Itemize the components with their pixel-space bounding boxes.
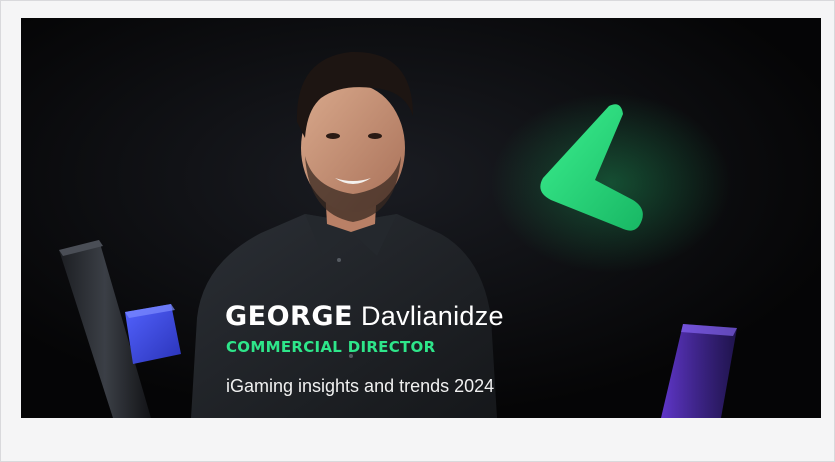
hero-image[interactable]: GEORGE Davlianidze COMMERCIAL DIRECTOR iG… (21, 18, 821, 418)
person-name: GEORGE Davlianidze (225, 301, 504, 332)
last-name: Davlianidze (360, 301, 504, 331)
first-name: GEORGE (225, 301, 353, 332)
blue-cube (125, 304, 181, 364)
tagline: iGaming insights and trends 2024 (226, 376, 495, 396)
hero-artwork (21, 18, 821, 418)
post-card: GEORGE Davlianidze COMMERCIAL DIRECTOR iG… (0, 0, 835, 462)
job-title: COMMERCIAL DIRECTOR (226, 338, 436, 356)
